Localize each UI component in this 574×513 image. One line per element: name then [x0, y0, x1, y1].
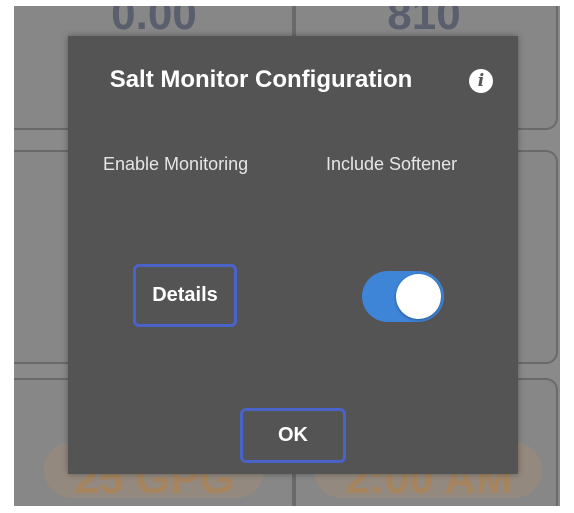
include-softener-label: Include Softener [326, 154, 458, 174]
ok-button[interactable]: OK [240, 408, 346, 463]
details-button-label: Details [152, 284, 218, 306]
include-softener-toggle[interactable] [362, 271, 444, 322]
bg-value-top-right: 810 [387, 6, 461, 39]
toggle-knob[interactable] [396, 274, 441, 319]
bg-value-top-left: 0.00 [111, 6, 197, 39]
info-icon[interactable]: i [469, 69, 493, 93]
dialog-title: Salt Monitor Configuration [109, 66, 413, 93]
ok-button-label: OK [278, 424, 308, 446]
details-button[interactable]: Details [133, 264, 237, 327]
enable-monitoring-label: Enable Monitoring [103, 154, 249, 174]
